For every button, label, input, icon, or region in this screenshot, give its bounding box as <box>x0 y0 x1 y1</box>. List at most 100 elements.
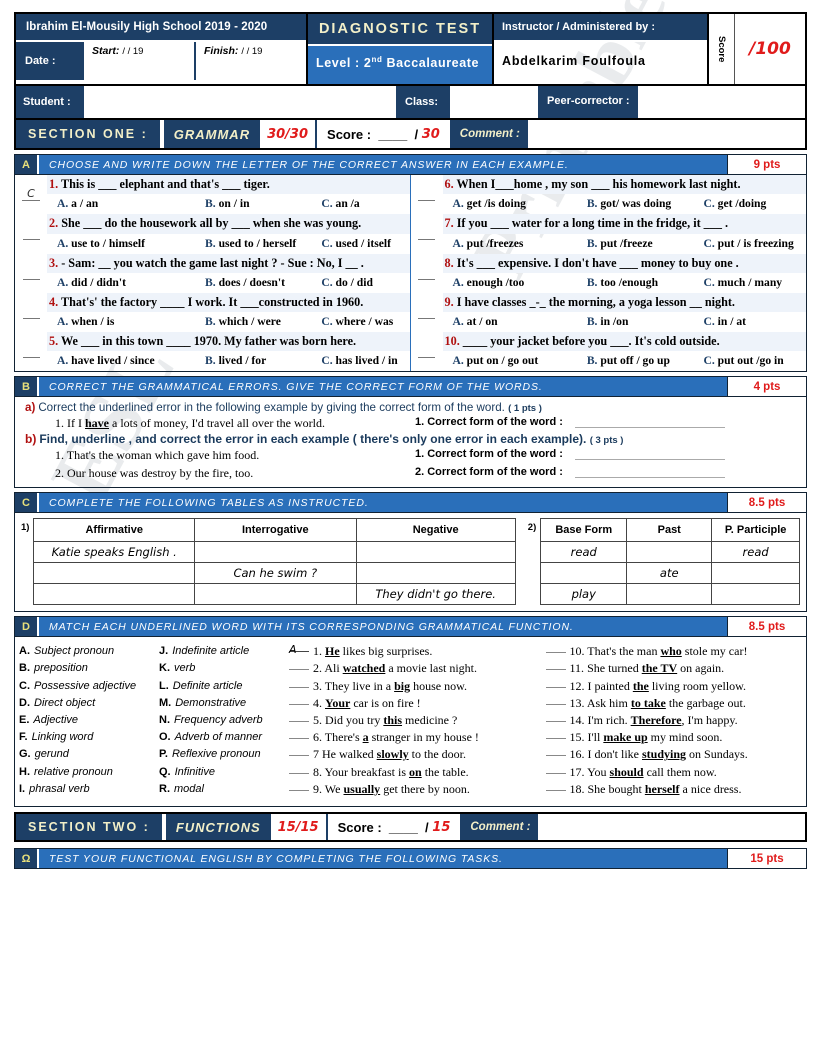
table-cell-filled[interactable]: They didn't go there. <box>355 583 516 606</box>
word-bank-item[interactable]: K. verb <box>159 660 289 677</box>
mcq-answer-blank[interactable] <box>15 332 47 371</box>
exercise-b-item-b1-answer-input[interactable] <box>574 448 725 461</box>
matching-answer-blank[interactable] <box>545 642 566 654</box>
mcq-answer-blank[interactable] <box>411 293 443 332</box>
mcq-option[interactable]: A. use to / himself <box>57 237 205 250</box>
word-bank-item[interactable]: Q. Infinitive <box>159 764 289 781</box>
mcq-option[interactable]: B. put off / go up <box>587 354 704 367</box>
table-cell-filled[interactable]: play <box>540 583 628 606</box>
table-cell-empty[interactable] <box>711 583 800 606</box>
word-bank-item[interactable]: L. Definite article <box>159 678 289 695</box>
table-cell-filled[interactable]: read <box>711 541 800 564</box>
word-bank-item[interactable]: I. phrasal verb <box>19 781 159 798</box>
matching-answer-blank[interactable] <box>545 763 566 774</box>
finish-date-field[interactable]: Finish: / / 19 <box>196 42 306 80</box>
mcq-answer-blank[interactable] <box>15 293 47 332</box>
mcq-answer-blank[interactable] <box>15 214 47 253</box>
section-one-comment-input[interactable] <box>527 120 805 148</box>
matching-answer-blank[interactable] <box>545 728 566 740</box>
word-bank-item[interactable]: F. Linking word <box>19 729 159 746</box>
table-affirmative-interrogative-negative[interactable]: Affirmative Interrogative Negative Katie sp… <box>33 518 516 606</box>
mcq-option[interactable]: A. did / didn't <box>57 276 205 289</box>
table-cell-empty[interactable] <box>33 583 195 606</box>
word-bank-item[interactable]: N. Frequency adverb <box>159 712 289 729</box>
exercise-b-item-a1-answer-input[interactable] <box>574 416 725 429</box>
matching-answer-blank[interactable]: A <box>289 641 309 656</box>
matching-answer-blank[interactable] <box>545 659 566 671</box>
word-bank-item[interactable]: R. modal <box>159 781 289 798</box>
matching-answer-blank[interactable] <box>289 711 309 723</box>
mcq-option[interactable]: B. does / doesn't <box>205 276 321 289</box>
peer-corrector-input[interactable] <box>638 86 805 118</box>
table-cell-empty[interactable] <box>540 562 628 585</box>
mcq-option[interactable]: B. too /enough <box>587 276 704 289</box>
mcq-answer-blank[interactable] <box>411 175 443 214</box>
mcq-option[interactable]: C. put out /go in <box>703 354 806 367</box>
section-one-score[interactable]: Score : ____ / 30 <box>317 120 452 148</box>
mcq-option[interactable]: A. when / is <box>57 315 205 328</box>
word-bank-item[interactable]: H. relative pronoun <box>19 764 159 781</box>
mcq-option[interactable]: B. in /on <box>587 315 704 328</box>
word-bank-item[interactable]: A. Subject pronoun <box>19 643 159 660</box>
matching-answer-blank[interactable] <box>289 780 309 791</box>
table-cell-filled[interactable]: Can he swim ? <box>193 562 357 585</box>
word-bank-item[interactable]: E. Adjective <box>19 712 159 729</box>
mcq-option[interactable]: B. put /freeze <box>587 237 704 250</box>
mcq-option[interactable]: A. put /freezes <box>453 237 587 250</box>
exercise-b-item-b2-answer-input[interactable] <box>574 466 725 479</box>
mcq-option[interactable]: C. put / is freezing <box>703 237 806 250</box>
mcq-option[interactable]: C. where / was <box>321 315 409 328</box>
mcq-option[interactable]: C. in / at <box>703 315 806 328</box>
mcq-option[interactable]: A. put on / go out <box>453 354 587 367</box>
mcq-option[interactable]: A. a / an <box>57 197 205 210</box>
word-bank-item[interactable]: J. Indefinite article <box>159 643 289 660</box>
mcq-option[interactable]: C. much / many <box>703 276 806 289</box>
word-bank-item[interactable]: M. Demonstrative <box>159 695 289 712</box>
table-cell-empty[interactable] <box>711 562 800 585</box>
mcq-option[interactable]: C. used / itself <box>321 237 409 250</box>
matching-answer-blank[interactable] <box>545 711 566 723</box>
matching-answer-blank[interactable] <box>289 728 309 740</box>
mcq-option[interactable]: C. an /a <box>321 197 409 210</box>
mcq-option[interactable]: B. used to / herself <box>205 237 321 250</box>
word-bank-item[interactable]: G. gerund <box>19 746 159 763</box>
mcq-option[interactable]: C. do / did <box>321 276 409 289</box>
matching-answer-blank[interactable] <box>545 694 566 705</box>
mcq-answer-blank[interactable] <box>15 254 47 293</box>
table-cell-filled[interactable]: Katie speaks English . <box>33 541 195 564</box>
mcq-option[interactable]: A. have lived / since <box>57 354 205 367</box>
table-cell-filled[interactable]: read <box>540 541 628 564</box>
mcq-answer-blank[interactable] <box>411 214 443 253</box>
mcq-option[interactable]: B. which / were <box>205 315 321 328</box>
student-input[interactable] <box>84 86 398 118</box>
class-input[interactable] <box>450 86 540 118</box>
table-cell-empty[interactable] <box>626 583 713 606</box>
table-cell-empty[interactable] <box>355 562 516 585</box>
matching-answer-blank[interactable] <box>545 745 566 757</box>
table-cell-empty[interactable] <box>193 583 357 606</box>
word-bank-item[interactable]: P. Reflexive pronoun <box>159 746 289 763</box>
table-cell-empty[interactable] <box>355 541 516 564</box>
matching-answer-blank[interactable] <box>545 780 566 791</box>
mcq-option[interactable]: A. enough /too <box>453 276 587 289</box>
matching-answer-blank[interactable] <box>289 659 309 671</box>
mcq-option[interactable]: A. get /is doing <box>453 197 587 210</box>
mcq-option[interactable]: C. has lived / in <box>321 354 409 367</box>
matching-answer-blank[interactable] <box>289 763 309 774</box>
section-two-comment-input[interactable] <box>538 814 805 841</box>
table-verb-forms[interactable]: Base Form Past P. Participle read read ate pla… <box>540 518 800 606</box>
start-date-field[interactable]: Start: / / 19 <box>84 42 196 80</box>
mcq-answer-blank[interactable]: C <box>15 175 47 214</box>
score-value-cell[interactable]: /100 <box>735 14 805 84</box>
matching-answer-blank[interactable] <box>289 694 309 705</box>
section-two-score[interactable]: Score : ____ / 15 <box>328 814 463 841</box>
mcq-option[interactable]: A. at / on <box>453 315 587 328</box>
mcq-option[interactable]: C. get /doing <box>703 197 806 210</box>
word-bank-item[interactable]: D. Direct object <box>19 695 159 712</box>
matching-answer-blank[interactable] <box>545 677 566 688</box>
table-cell-filled[interactable]: ate <box>626 562 713 585</box>
table-cell-empty[interactable] <box>193 541 357 564</box>
word-bank-item[interactable]: O. Adverb of manner <box>159 729 289 746</box>
mcq-option[interactable]: B. got/ was doing <box>587 197 704 210</box>
word-bank-item[interactable]: B. preposition <box>19 660 159 677</box>
